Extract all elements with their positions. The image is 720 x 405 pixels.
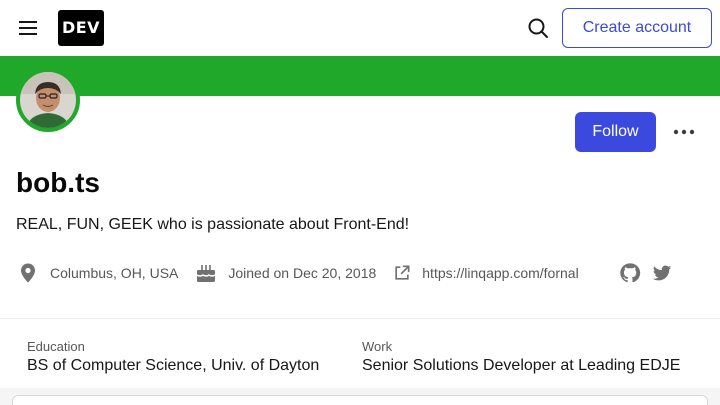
website-link[interactable]: https://linqapp.com/fornal <box>422 265 578 281</box>
profile-banner <box>0 56 720 96</box>
education-value: BS of Computer Science, Univ. of Dayton <box>27 357 320 374</box>
work-detail: Work Senior Solutions Developer at Leadi… <box>362 339 680 375</box>
external-link-icon <box>395 265 410 280</box>
work-label: Work <box>362 339 393 354</box>
more-options-icon[interactable] <box>670 120 698 144</box>
top-navbar: DEV Create account <box>0 0 720 56</box>
profile-details: Education BS of Computer Science, Univ. … <box>0 318 720 388</box>
profile-avatar <box>16 68 80 132</box>
profile-meta: Columbus, OH, USA Joined on Dec 20, 2018… <box>16 260 595 286</box>
location-text: Columbus, OH, USA <box>50 265 179 281</box>
education-detail: Education BS of Computer Science, Univ. … <box>27 339 319 375</box>
dev-logo[interactable]: DEV <box>58 10 104 46</box>
work-value: Senior Solutions Developer at Leading ED… <box>362 357 681 374</box>
education-label: Education <box>27 339 85 354</box>
github-icon[interactable] <box>619 262 641 284</box>
hamburger-menu-icon[interactable] <box>16 16 40 40</box>
location-icon <box>21 263 35 283</box>
avatar-image <box>20 72 76 128</box>
joined-text: Joined on Dec 20, 2018 <box>228 265 377 281</box>
next-section-card <box>12 395 708 405</box>
create-account-button[interactable]: Create account <box>562 8 712 48</box>
location-item: Columbus, OH, USA <box>16 261 178 285</box>
cake-icon <box>196 265 216 282</box>
website-item[interactable]: https://linqapp.com/fornal <box>392 263 579 283</box>
follow-button[interactable]: Follow <box>575 112 656 152</box>
profile-name: bob.ts <box>16 167 100 198</box>
twitter-icon[interactable] <box>651 262 673 284</box>
profile-bio: REAL, FUN, GEEK who is passionate about … <box>16 216 410 233</box>
profile-card: Follow bob.ts REAL, FUN, GEEK who is pas… <box>0 96 720 318</box>
search-icon[interactable] <box>526 16 550 40</box>
joined-item: Joined on Dec 20, 2018 <box>194 261 376 285</box>
